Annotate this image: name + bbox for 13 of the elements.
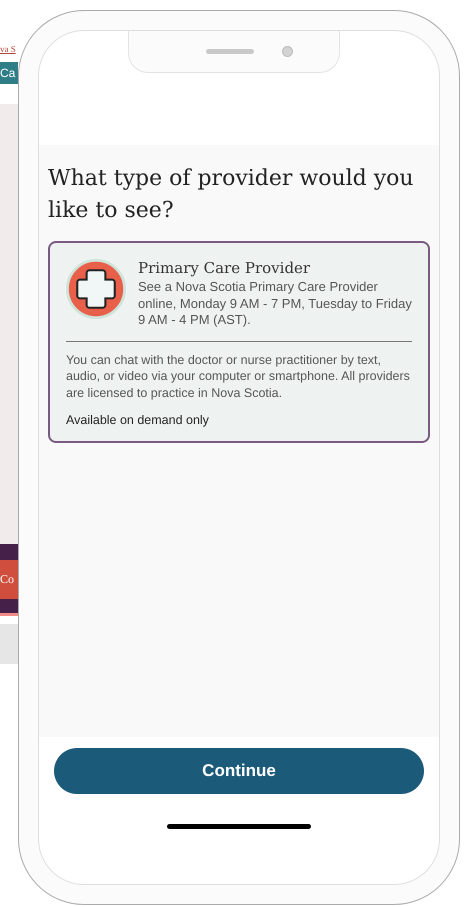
option-summary: See a Nova Scotia Primary Care Provider online, Monday 9 AM - 7 PM, Tuesday to Friday 9 AM - 4 PM (AST).	[138, 279, 412, 328]
background-button[interactable]: Ca	[0, 62, 18, 84]
speaker-icon	[206, 48, 254, 54]
question-heading: What type of provider would you like to see?	[48, 165, 415, 225]
background-link[interactable]: va S	[0, 44, 16, 62]
continue-button[interactable]: Continue	[54, 748, 424, 794]
option-description: You can chat with the doctor or nurse practitioner by text, audio, or video via your computer or smartphone. All providers are licensed to practice in Nova Scotia.	[66, 352, 411, 401]
provider-option-card[interactable]	[48, 241, 430, 443]
availability-text: Available on demand only	[66, 413, 210, 427]
medical-cross-icon	[66, 259, 126, 319]
option-title: Primary Care Provider	[138, 259, 312, 277]
camera-icon	[282, 46, 292, 56]
background-button[interactable]: Co	[0, 560, 18, 599]
